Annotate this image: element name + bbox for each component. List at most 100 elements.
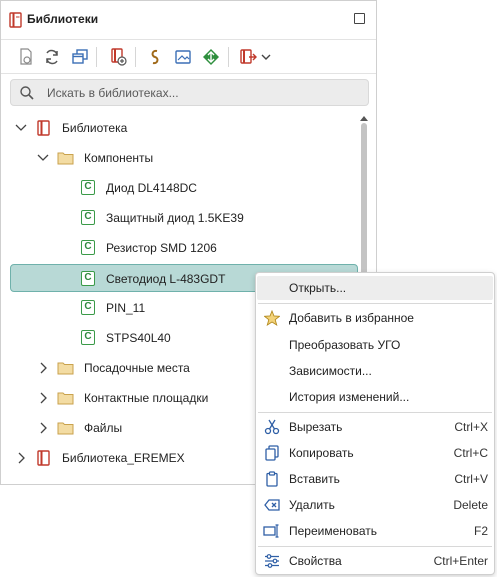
export-button[interactable]	[237, 45, 259, 69]
toolbar-separator	[135, 47, 136, 67]
scissors-icon	[263, 418, 281, 436]
header-divider	[1, 39, 376, 40]
library-icon	[37, 450, 50, 466]
clipboard-icon	[263, 470, 281, 488]
library-icon	[9, 12, 22, 28]
menu-item-shortcut: Ctrl+X	[454, 420, 488, 434]
menu-item-open[interactable]: Открыть...	[257, 276, 493, 300]
tree-node-label: STPS40L40	[106, 331, 171, 345]
chevron-right-icon[interactable]	[36, 391, 50, 405]
link-button[interactable]	[144, 45, 166, 69]
library-add-button[interactable]	[107, 45, 129, 69]
menu-item-delete[interactable]: Удалить Delete	[257, 493, 493, 517]
tree-node-folder[interactable]: Компоненты	[1, 143, 359, 173]
toolbar-separator	[96, 47, 97, 67]
folder-icon	[57, 422, 74, 435]
menu-item-dependencies[interactable]: Зависимости...	[257, 359, 493, 383]
menu-item-copy[interactable]: Копировать Ctrl+C	[257, 441, 493, 465]
menu-separator	[258, 546, 492, 547]
menu-item-history[interactable]: История изменений...	[257, 385, 493, 409]
menu-separator	[258, 303, 492, 304]
image-button[interactable]	[172, 45, 194, 69]
component-icon: C	[81, 240, 95, 255]
menu-item-cut[interactable]: Вырезать Ctrl+X	[257, 415, 493, 439]
menu-item-label: Добавить в избранное	[289, 311, 414, 325]
chevron-down-icon	[261, 54, 271, 60]
tree-node-label: Библиотека	[62, 121, 128, 135]
tree-node-label: PIN_11	[106, 301, 146, 315]
chevron-right-icon[interactable]	[14, 451, 28, 465]
tree-node-label: Резистор SMD 1206	[106, 241, 217, 255]
library-icon	[37, 120, 50, 136]
new-document-icon	[20, 48, 32, 65]
menu-item-convert-ugo[interactable]: Преобразовать УГО	[257, 333, 493, 357]
folder-icon	[57, 392, 74, 405]
chevron-right-icon[interactable]	[36, 361, 50, 375]
refresh-icon	[46, 49, 58, 65]
tree-node-library[interactable]: Библиотека	[1, 113, 359, 143]
menu-item-rename[interactable]: Переименовать F2	[257, 519, 493, 543]
star-icon	[263, 309, 281, 327]
tree-node-component[interactable]: C Резистор SMD 1206	[1, 233, 359, 263]
folder-icon	[57, 152, 74, 165]
menu-separator	[258, 412, 492, 413]
diamond-arrows-button[interactable]	[200, 45, 222, 69]
new-document-button[interactable]	[15, 45, 37, 69]
link-icon	[151, 49, 159, 65]
windows-button[interactable]	[69, 45, 91, 69]
search-input[interactable]	[45, 83, 363, 103]
menu-item-label: Вырезать	[289, 420, 343, 434]
menu-item-shortcut: Ctrl+Enter	[433, 554, 488, 568]
rename-icon	[263, 522, 281, 540]
tree-node-label: Компоненты	[84, 151, 154, 165]
export-dropdown-button[interactable]	[258, 45, 274, 69]
menu-item-shortcut: Ctrl+C	[453, 446, 488, 460]
menu-item-label: Зависимости...	[289, 364, 372, 378]
scroll-up-icon[interactable]	[360, 115, 368, 121]
toolbar-separator	[228, 47, 229, 67]
tree-node-label: Светодиод L-483GDT	[106, 272, 226, 286]
copy-icon	[263, 444, 281, 462]
menu-item-label: История изменений...	[289, 390, 410, 404]
menu-item-label: Копировать	[289, 446, 354, 460]
menu-item-shortcut: F2	[473, 524, 488, 538]
folder-icon	[57, 362, 74, 375]
toolbar-divider	[1, 73, 376, 74]
component-icon: C	[81, 210, 95, 225]
context-menu: Открыть... Добавить в избранное Преобраз…	[255, 272, 495, 575]
properties-icon	[263, 552, 281, 570]
chevron-down-icon[interactable]	[14, 121, 28, 135]
menu-item-label: Открыть...	[289, 281, 347, 295]
component-icon: C	[81, 330, 95, 345]
chevron-down-icon[interactable]	[36, 151, 50, 165]
export-icon	[240, 49, 257, 64]
menu-item-shortcut: Delete	[453, 498, 488, 512]
tree-node-label: Посадочные места	[84, 361, 190, 375]
tree-node-label: Файлы	[84, 421, 123, 435]
tree-node-component[interactable]: C Защитный диод 1.5KE39	[1, 203, 359, 233]
menu-item-label: Переименовать	[289, 524, 377, 538]
menu-item-shortcut: Ctrl+V	[454, 472, 488, 486]
component-icon: C	[81, 180, 95, 195]
toolbar	[1, 43, 376, 71]
tree-node-component[interactable]: C Диод DL4148DC	[1, 173, 359, 203]
panel-title: Библиотеки	[27, 12, 99, 26]
menu-item-paste[interactable]: Вставить Ctrl+V	[257, 467, 493, 491]
menu-item-add-favorite[interactable]: Добавить в избранное	[257, 306, 493, 330]
menu-item-label: Вставить	[289, 472, 340, 486]
menu-item-properties[interactable]: Свойства Ctrl+Enter	[257, 549, 493, 573]
refresh-button[interactable]	[41, 45, 63, 69]
windows-icon	[72, 49, 88, 64]
tree-node-label: Библиотека_EREMEX	[62, 451, 185, 465]
chevron-right-icon[interactable]	[36, 421, 50, 435]
delete-icon	[263, 496, 281, 514]
diamond-arrows-icon	[203, 49, 219, 65]
menu-item-label: Удалить	[289, 498, 335, 512]
tree-node-label: Контактные площадки	[84, 391, 209, 405]
maximize-button[interactable]	[354, 13, 365, 24]
search-icon	[20, 86, 34, 100]
search-box	[10, 79, 369, 106]
library-add-icon	[111, 48, 127, 66]
component-icon: C	[81, 300, 95, 315]
menu-item-label: Преобразовать УГО	[289, 338, 401, 352]
